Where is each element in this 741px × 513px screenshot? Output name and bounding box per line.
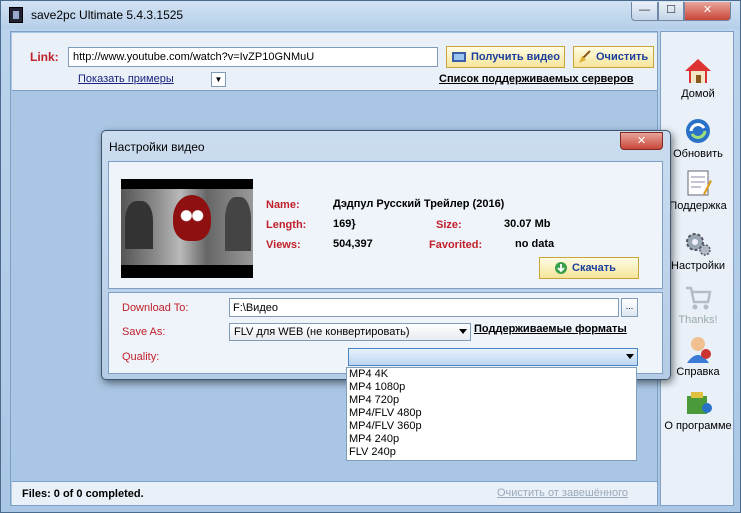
settings-icon — [686, 233, 711, 256]
home-icon — [685, 59, 711, 83]
film-icon — [452, 52, 466, 62]
toolbar-settings-label: Настройки — [671, 260, 725, 272]
video-info-panel: Name: Дэдпул Русский Трейлер (2016) Leng… — [108, 161, 663, 289]
url-input[interactable] — [68, 47, 438, 67]
save-as-select[interactable]: FLV для WEB (не конвертировать) — [229, 323, 471, 341]
link-label: Link: — [30, 50, 59, 64]
support-icon — [687, 170, 712, 196]
video-length: 169} — [333, 218, 356, 230]
toolbar-help[interactable]: Справка — [661, 334, 735, 378]
toolbar-home-label: Домой — [681, 88, 715, 100]
video-settings-dialog: Настройки видео ✕ Name: Дэдпул Русский Т… — [101, 130, 671, 380]
supported-formats-link[interactable]: Поддерживаемые форматы — [474, 323, 627, 335]
toolbar-refresh[interactable]: Обновить — [661, 116, 735, 160]
clear-label: Очистить — [596, 51, 649, 63]
download-button[interactable]: Скачать — [539, 257, 639, 279]
link-bar: Link: Получить видео Очистить Показать п… — [12, 33, 657, 91]
toolbar-about[interactable]: О программе — [661, 388, 735, 432]
show-examples-link[interactable]: Показать примеры — [78, 73, 174, 85]
status-bar: Files: 0 of 0 completed. Очистить от зав… — [12, 481, 657, 505]
get-video-button[interactable]: Получить видео — [446, 46, 565, 68]
save-as-label: Save As: — [122, 326, 166, 338]
quality-option[interactable]: MP4 240p — [347, 433, 636, 446]
toolbar-support-label: Поддержка — [669, 200, 727, 212]
chevron-down-icon — [626, 354, 634, 359]
toolbar-thanks[interactable]: Thanks! — [661, 282, 735, 326]
video-name: Дэдпул Русский Трейлер (2016) — [333, 198, 505, 210]
quality-select[interactable] — [348, 348, 638, 366]
supported-servers-link[interactable]: Список поддерживаемых серверов — [439, 73, 634, 85]
toolbar-settings[interactable]: Настройки — [661, 228, 735, 272]
quality-label: Quality: — [122, 351, 160, 363]
video-views: 504,397 — [333, 238, 373, 250]
dialog-close-button[interactable]: ✕ — [620, 132, 663, 150]
cart-icon — [686, 286, 712, 310]
quality-option[interactable]: MP4 4K — [347, 368, 636, 381]
toolbar-about-label: О программе — [664, 420, 732, 432]
quality-dropdown-list: MP4 4K MP4 1080p MP4 720p MP4/FLV 480p M… — [346, 367, 637, 461]
help-icon — [687, 337, 711, 363]
browse-button[interactable]: ... — [621, 298, 638, 317]
quality-option[interactable]: MP4 720p — [347, 394, 636, 407]
download-to-label: Download To: — [122, 302, 189, 314]
views-label: Views: — [266, 239, 301, 251]
name-label: Name: — [266, 199, 300, 211]
title-bar: save2pc Ultimate 5.4.3.1525 — ☐ ✕ — [1, 1, 740, 29]
clean-stalled-link[interactable]: Очистить от завешённого — [497, 487, 628, 499]
download-label: Скачать — [572, 262, 616, 274]
video-favorited: no data — [515, 238, 555, 250]
length-label: Length: — [266, 219, 307, 231]
examples-dropdown[interactable]: ▼ — [211, 72, 226, 87]
minimize-button[interactable]: — — [631, 2, 658, 21]
broom-icon — [579, 50, 591, 63]
favorited-label: Favorited: — [429, 239, 483, 251]
chevron-down-icon — [459, 329, 467, 334]
save-options-panel: Download To: ... Save As: FLV для WEB (н… — [108, 292, 663, 374]
about-icon — [687, 392, 712, 414]
close-button[interactable]: ✕ — [684, 2, 731, 21]
clear-button[interactable]: Очистить — [573, 46, 654, 68]
right-toolbar: Домой Обновить Поддержка Настройки Thank… — [660, 31, 734, 506]
toolbar-home[interactable]: Домой — [661, 56, 735, 100]
toolbar-help-label: Справка — [676, 366, 720, 378]
status-text: Files: 0 of 0 completed. — [22, 488, 144, 500]
download-icon — [555, 262, 567, 274]
toolbar-refresh-label: Обновить — [673, 148, 723, 160]
video-size: 30.07 Mb — [504, 218, 551, 230]
refresh-icon — [686, 119, 710, 143]
size-label: Size: — [436, 219, 462, 231]
quality-option[interactable]: MP4/FLV 480p — [347, 407, 636, 420]
toolbar-thanks-label: Thanks! — [678, 314, 718, 326]
dialog-title: Настройки видео — [109, 140, 205, 154]
save-as-value: FLV для WEB (не конвертировать) — [234, 326, 410, 338]
window-title: save2pc Ultimate 5.4.3.1525 — [31, 8, 184, 22]
quality-option[interactable]: FLV 240p — [347, 446, 636, 459]
quality-option[interactable]: MP4/FLV 360p — [347, 420, 636, 433]
maximize-button[interactable]: ☐ — [658, 2, 684, 21]
app-icon — [9, 7, 23, 23]
quality-option[interactable]: MP4 1080p — [347, 381, 636, 394]
download-path-input[interactable] — [229, 298, 619, 317]
toolbar-support[interactable]: Поддержка — [661, 168, 735, 212]
get-video-label: Получить видео — [471, 51, 561, 63]
chevron-down-icon: ▼ — [214, 75, 223, 84]
video-thumbnail — [121, 179, 253, 278]
